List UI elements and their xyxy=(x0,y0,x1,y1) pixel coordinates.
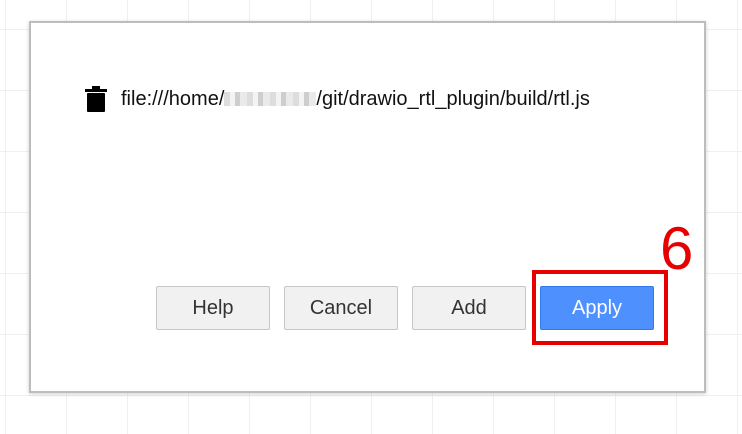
redacted-username xyxy=(224,92,317,106)
plugin-path: file:///home/ /git/drawio_rtl_plugin/buil… xyxy=(121,84,590,114)
trash-icon[interactable] xyxy=(84,86,108,112)
apply-button[interactable]: Apply xyxy=(540,286,654,330)
plugin-path-prefix: file:///home/ xyxy=(121,88,225,110)
plugins-dialog: file:///home/ /git/drawio_rtl_plugin/buil… xyxy=(29,21,706,393)
help-button[interactable]: Help xyxy=(156,286,270,330)
plugin-path-suffix: /git/drawio_rtl_plugin/build/rtl.js xyxy=(316,88,590,110)
add-button[interactable]: Add xyxy=(412,286,526,330)
plugin-list-item: file:///home/ /git/drawio_rtl_plugin/buil… xyxy=(84,84,590,114)
step-number-label: 6 xyxy=(660,215,694,282)
cancel-button[interactable]: Cancel xyxy=(284,286,398,330)
